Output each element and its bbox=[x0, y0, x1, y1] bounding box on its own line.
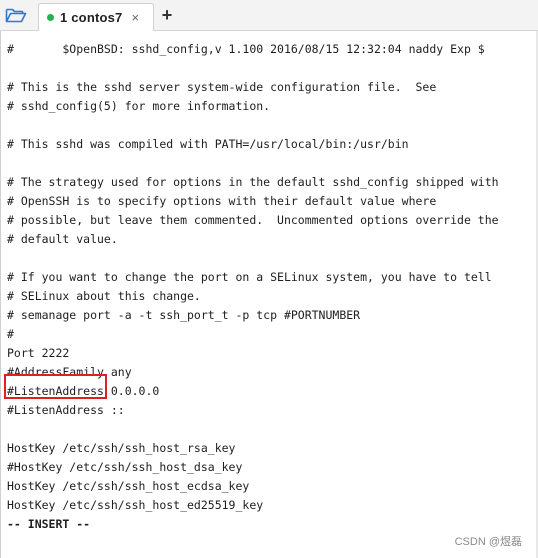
terminal-line: # This is the sshd server system-wide co… bbox=[7, 80, 437, 94]
terminal-line: HostKey /etc/ssh/ssh_host_ecdsa_key bbox=[7, 479, 250, 493]
terminal-line: #AddressFamily any bbox=[7, 365, 132, 379]
tab-label: 1 contos7 bbox=[60, 10, 123, 25]
terminal-line: # semanage port -a -t ssh_port_t -p tcp … bbox=[7, 308, 361, 322]
terminal-line: HostKey /etc/ssh/ssh_host_rsa_key bbox=[7, 441, 236, 455]
terminal-line: #HostKey /etc/ssh/ssh_host_dsa_key bbox=[7, 460, 243, 474]
terminal-line: # sshd_config(5) for more information. bbox=[7, 99, 271, 113]
terminal-line: # default value. bbox=[7, 232, 118, 246]
terminal-text: # $OpenBSD: sshd_config,v 1.100 2016/08/… bbox=[7, 40, 535, 534]
terminal-line: # $OpenBSD: sshd_config,v 1.100 2016/08/… bbox=[7, 42, 485, 56]
connection-status-dot bbox=[47, 14, 54, 21]
terminal-line: #ListenAddress :: bbox=[7, 403, 125, 417]
terminal-line: # This sshd was compiled with PATH=/usr/… bbox=[7, 137, 409, 151]
terminal-line: HostKey /etc/ssh/ssh_host_ed25519_key bbox=[7, 498, 264, 512]
watermark: CSDN @煜磊 bbox=[454, 536, 522, 548]
new-tab-plus-icon[interactable]: + bbox=[158, 6, 176, 24]
tab-session-contos7[interactable]: 1 contos7 × bbox=[38, 3, 154, 31]
terminal-editor[interactable]: # $OpenBSD: sshd_config,v 1.100 2016/08/… bbox=[0, 31, 538, 558]
tab-bar: 1 contos7 × + bbox=[0, 0, 538, 31]
terminal-line: # OpenSSH is to specify options with the… bbox=[7, 194, 437, 208]
terminal-line: # bbox=[7, 327, 14, 341]
terminal-line: #ListenAddress 0.0.0.0 bbox=[7, 384, 160, 398]
vim-mode-indicator: -- INSERT -- bbox=[7, 517, 91, 531]
folder-open-icon[interactable] bbox=[4, 5, 28, 25]
terminal-line: # SELinux about this change. bbox=[7, 289, 201, 303]
terminal-line: # The strategy used for options in the d… bbox=[7, 175, 499, 189]
close-tab-icon[interactable]: × bbox=[131, 11, 139, 24]
terminal-line: # possible, but leave them commented. Un… bbox=[7, 213, 499, 227]
terminal-line: # If you want to change the port on a SE… bbox=[7, 270, 492, 284]
terminal-line: Port 2222 bbox=[7, 346, 70, 360]
